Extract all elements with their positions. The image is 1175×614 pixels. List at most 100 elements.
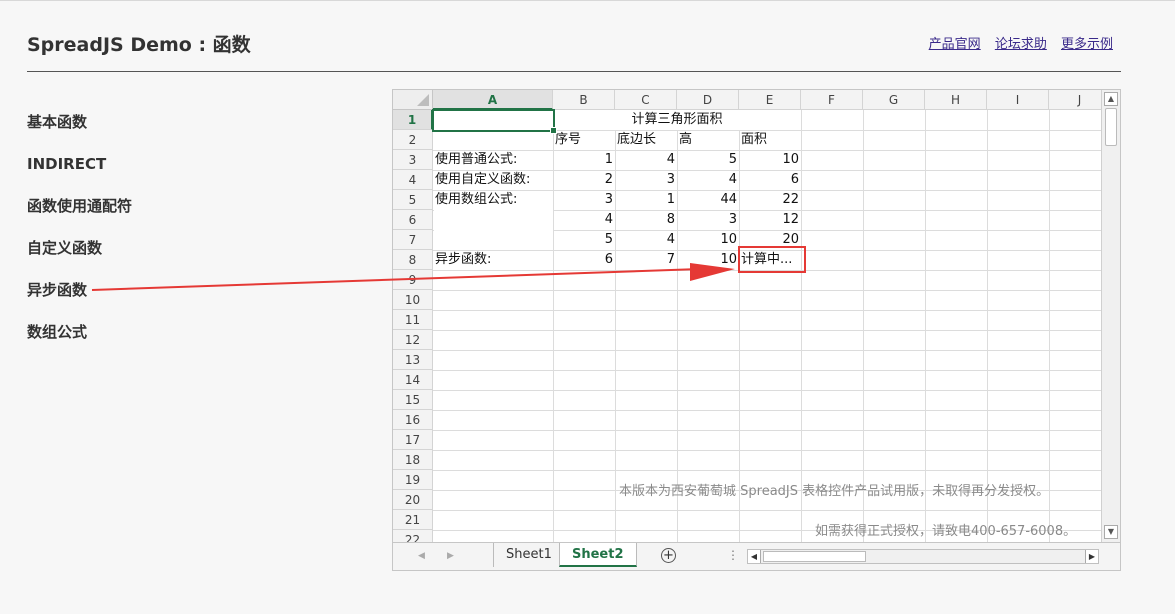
first-sheet-icon[interactable]: ◀ <box>418 551 425 561</box>
nav-item-basic-functions[interactable]: 基本函数 <box>27 111 227 153</box>
forum-help-link[interactable]: 论坛求助 <box>995 37 1047 52</box>
spreadsheet: A B C D E F G H I J 1 2 3 4 5 6 7 8 9 10… <box>392 89 1121 571</box>
nav-item-async-functions[interactable]: 异步函数 <box>27 279 227 321</box>
cell-b2[interactable]: 序号 <box>553 130 615 150</box>
cell-d6[interactable]: 3 <box>677 210 739 230</box>
vertical-scroll-thumb[interactable] <box>1105 108 1117 146</box>
column-header-a[interactable]: A <box>433 90 553 110</box>
nav-item-array-formula[interactable]: 数组公式 <box>27 321 227 363</box>
row-header[interactable]: 16 <box>393 410 433 430</box>
grid-line <box>433 510 1102 511</box>
plus-circle-icon[interactable]: + <box>661 548 676 563</box>
column-header-h[interactable]: H <box>925 90 987 110</box>
more-examples-link[interactable]: 更多示例 <box>1061 37 1113 52</box>
cell-d3[interactable]: 5 <box>677 150 739 170</box>
column-header-e[interactable]: E <box>739 90 801 110</box>
row-header[interactable]: 17 <box>393 430 433 450</box>
row-header[interactable]: 22 <box>393 530 433 542</box>
scroll-left-icon[interactable]: ◀ <box>748 550 761 563</box>
row-header[interactable]: 1 <box>393 110 433 130</box>
cell-e6[interactable]: 12 <box>739 210 801 230</box>
cell-c8[interactable]: 7 <box>615 250 677 270</box>
row-header[interactable]: 6 <box>393 210 433 230</box>
column-header-g[interactable]: G <box>863 90 925 110</box>
column-header-j[interactable]: J <box>1049 90 1102 110</box>
column-header-c[interactable]: C <box>615 90 677 110</box>
row-header[interactable]: 15 <box>393 390 433 410</box>
cell-d5[interactable]: 44 <box>677 190 739 210</box>
row-header[interactable]: 13 <box>393 350 433 370</box>
scroll-right-icon[interactable]: ▶ <box>1085 550 1098 563</box>
horizontal-scrollbar[interactable]: ◀ ▶ <box>747 549 1099 564</box>
cell-e7[interactable]: 20 <box>739 230 801 250</box>
row-header[interactable]: 2 <box>393 130 433 150</box>
column-header-d[interactable]: D <box>677 90 739 110</box>
cell-d8[interactable]: 10 <box>677 250 739 270</box>
cell-c5[interactable]: 1 <box>615 190 677 210</box>
nav-item-custom-functions[interactable]: 自定义函数 <box>27 237 227 279</box>
cell-b6[interactable]: 4 <box>553 210 615 230</box>
scroll-up-icon[interactable]: ▲ <box>1104 92 1118 106</box>
grid-line <box>1049 110 1050 542</box>
spreadsheet-grid[interactable]: A B C D E F G H I J 1 2 3 4 5 6 7 8 9 10… <box>393 90 1102 542</box>
cell-title[interactable]: 计算三角形面积 <box>553 110 801 130</box>
cell-e8[interactable]: 计算中... <box>739 250 801 270</box>
grid-line <box>433 370 1102 371</box>
cell-d4[interactable]: 4 <box>677 170 739 190</box>
page-title: SpreadJS Demo : 函数 <box>27 34 251 56</box>
tab-sheet2[interactable]: Sheet2 <box>559 543 637 567</box>
nav-item-wildcard[interactable]: 函数使用通配符 <box>27 195 227 237</box>
row-header[interactable]: 12 <box>393 330 433 350</box>
row-header[interactable]: 18 <box>393 450 433 470</box>
product-site-link[interactable]: 产品官网 <box>929 37 981 52</box>
row-header[interactable]: 10 <box>393 290 433 310</box>
grid-line <box>433 450 1102 451</box>
cell-c2[interactable]: 底边长 <box>615 130 677 150</box>
row-header[interactable]: 11 <box>393 310 433 330</box>
vertical-scrollbar[interactable]: ▲ ▼ <box>1101 90 1120 542</box>
row-header[interactable]: 19 <box>393 470 433 490</box>
cell-d7[interactable]: 10 <box>677 230 739 250</box>
grid-line <box>433 410 1102 411</box>
cell-a3[interactable]: 使用普通公式: <box>433 150 553 170</box>
row-header[interactable]: 14 <box>393 370 433 390</box>
cell-b7[interactable]: 5 <box>553 230 615 250</box>
horizontal-scroll-thumb[interactable] <box>763 551 866 562</box>
cell-c6[interactable]: 8 <box>615 210 677 230</box>
row-header[interactable]: 5 <box>393 190 433 210</box>
cell-b3[interactable]: 1 <box>553 150 615 170</box>
grid-line <box>801 110 802 542</box>
column-header-f[interactable]: F <box>801 90 863 110</box>
scroll-down-icon[interactable]: ▼ <box>1104 525 1118 539</box>
cell-e2[interactable]: 面积 <box>739 130 801 150</box>
row-header[interactable]: 9 <box>393 270 433 290</box>
row-header[interactable]: 4 <box>393 170 433 190</box>
grid-line <box>433 310 1102 311</box>
sidebar-nav: 基本函数 INDIRECT 函数使用通配符 自定义函数 异步函数 数组公式 <box>27 111 227 363</box>
cell-d2[interactable]: 高 <box>677 130 739 150</box>
cell-e4[interactable]: 6 <box>739 170 801 190</box>
cell-e3[interactable]: 10 <box>739 150 801 170</box>
cell-b8[interactable]: 6 <box>553 250 615 270</box>
cell-c3[interactable]: 4 <box>615 150 677 170</box>
cell-a4[interactable]: 使用自定义函数: <box>433 170 553 190</box>
cell-c4[interactable]: 3 <box>615 170 677 190</box>
column-header-i[interactable]: I <box>987 90 1049 110</box>
select-all-corner[interactable] <box>393 90 433 110</box>
cell-e5[interactable]: 22 <box>739 190 801 210</box>
next-sheet-icon[interactable]: ▶ <box>447 551 454 561</box>
cell-b5[interactable]: 3 <box>553 190 615 210</box>
splitter-handle-icon[interactable]: ⋮ <box>727 548 739 562</box>
cell-a5[interactable]: 使用数组公式: <box>433 190 553 210</box>
row-header[interactable]: 8 <box>393 250 433 270</box>
row-header[interactable]: 21 <box>393 510 433 530</box>
nav-item-indirect[interactable]: INDIRECT <box>27 153 227 195</box>
row-header[interactable]: 20 <box>393 490 433 510</box>
tab-sheet1[interactable]: Sheet1 <box>493 543 564 567</box>
row-header[interactable]: 7 <box>393 230 433 250</box>
column-header-b[interactable]: B <box>553 90 615 110</box>
cell-b4[interactable]: 2 <box>553 170 615 190</box>
cell-a8[interactable]: 异步函数: <box>433 250 553 270</box>
row-header[interactable]: 3 <box>393 150 433 170</box>
cell-c7[interactable]: 4 <box>615 230 677 250</box>
